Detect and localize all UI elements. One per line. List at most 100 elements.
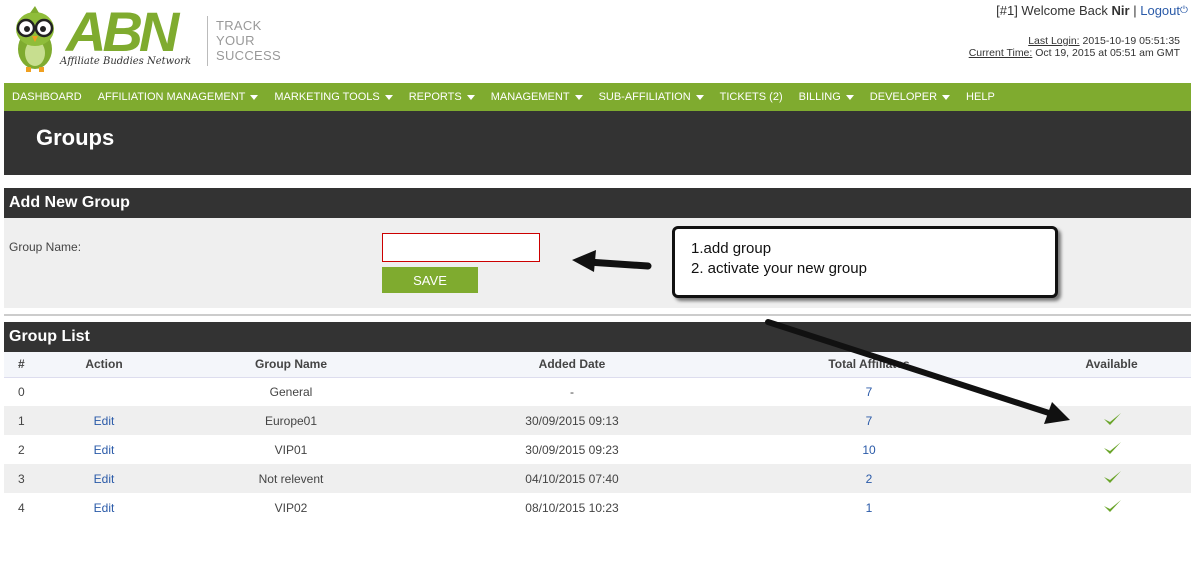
caret-down-icon xyxy=(250,94,259,100)
welcome-separator: | xyxy=(1133,3,1137,18)
available-cell xyxy=(1032,493,1191,522)
welcome-message: [#1] Welcome Back Nir | Logout xyxy=(996,3,1180,18)
username: Nir xyxy=(1111,3,1130,18)
group-name-input[interactable] xyxy=(382,233,540,262)
nav-management[interactable]: MANAGEMENT xyxy=(491,91,583,103)
column-header: Available xyxy=(1032,352,1191,378)
logout-link[interactable]: Logout xyxy=(1140,3,1180,18)
page-title: Groups xyxy=(36,125,115,150)
group-name: Europe01 xyxy=(144,406,438,435)
edit-link[interactable]: Edit xyxy=(64,435,144,464)
save-button[interactable]: SAVE xyxy=(382,267,478,293)
checkmark-icon[interactable] xyxy=(1102,498,1122,514)
nav-label: HELP xyxy=(966,91,995,103)
tagline: TRACK YOUR SUCCESS xyxy=(216,18,281,63)
current-time-label: Current Time: xyxy=(968,47,1033,59)
tagline-line: SUCCESS xyxy=(216,48,281,63)
page-title-bar: Groups xyxy=(4,111,1191,175)
login-info: Last Login: 2015-10-19 05:51:35 Current … xyxy=(969,35,1180,59)
checkmark-icon[interactable] xyxy=(1102,411,1122,427)
tagline-line: TRACK xyxy=(216,18,262,33)
nav-label: MARKETING TOOLS xyxy=(274,91,380,103)
caret-down-icon xyxy=(384,94,393,100)
nav-label: MANAGEMENT xyxy=(490,91,570,103)
row-id: 2 xyxy=(18,442,25,457)
group-name: General xyxy=(269,384,313,399)
available-cell xyxy=(1032,377,1191,406)
last-login-value: 2015-10-19 05:51:35 xyxy=(1082,35,1181,47)
row-id: 1 xyxy=(4,406,64,435)
added-date: 30/09/2015 09:13 xyxy=(438,406,706,435)
available-cell xyxy=(1032,464,1191,493)
nav-label: AFFILIATION MANAGEMENT xyxy=(97,91,246,103)
edit-link[interactable]: Edit xyxy=(64,493,144,522)
main-nav: DASHBOARD AFFILIATION MANAGEMENT MARKETI… xyxy=(4,83,1191,111)
table-row: 0 General - 7 xyxy=(4,377,1191,406)
added-date: 08/10/2015 10:23 xyxy=(525,500,619,515)
group-name-label: Group Name: xyxy=(9,240,82,254)
bird-mascot-icon xyxy=(16,6,54,72)
table-row: 1 Edit Europe01 30/09/2015 09:13 7 xyxy=(4,406,1191,435)
total-affiliates[interactable]: 7 xyxy=(706,377,1032,406)
table-row: 2 Edit VIP01 30/09/2015 09:23 10 xyxy=(4,435,1191,464)
group-name: VIP01 xyxy=(274,442,308,457)
callout-line: 2. activate your new group xyxy=(691,260,867,277)
nav-label: DASHBOARD xyxy=(12,91,82,103)
section-divider xyxy=(4,314,1191,316)
group-list-heading: Group List xyxy=(4,322,1191,352)
tagline-line: YOUR xyxy=(216,33,255,48)
nav-developer[interactable]: DEVELOPER xyxy=(869,91,951,103)
abn-logo[interactable]: ABN Affiliate Buddies Network TRACK YOUR… xyxy=(10,2,281,77)
group-name: VIP02 xyxy=(274,500,308,515)
nav-marketing-tools[interactable]: MARKETING TOOLS xyxy=(274,91,393,103)
added-date: 04/10/2015 07:40 xyxy=(438,464,706,493)
nav-affiliation-management[interactable]: AFFILIATION MANAGEMENT xyxy=(98,91,259,103)
nav-label: BILLING xyxy=(798,91,841,103)
total-affiliates[interactable]: 1 xyxy=(706,493,1032,522)
caret-down-icon xyxy=(574,94,583,100)
edit-link[interactable]: Edit xyxy=(64,464,144,493)
nav-reports[interactable]: REPORTS xyxy=(409,91,475,103)
nav-tickets[interactable]: TICKETS (2) xyxy=(720,91,783,103)
group-name: Not relevent xyxy=(144,464,438,493)
caret-down-icon xyxy=(845,94,854,100)
table-header-row: # Action Group Name Added Date Total Aff… xyxy=(4,352,1191,378)
nav-help[interactable]: HELP xyxy=(966,91,995,103)
column-header: Total Affiliates xyxy=(706,352,1032,378)
added-date: - xyxy=(570,384,574,399)
caret-down-icon xyxy=(942,94,951,100)
nav-label: REPORTS xyxy=(408,91,462,103)
edit-link[interactable]: Edit xyxy=(64,406,144,435)
row-id: 3 xyxy=(4,464,64,493)
edit-link xyxy=(64,377,144,406)
column-header: Added Date xyxy=(438,352,706,378)
row-id: 0 xyxy=(18,384,25,399)
page-header: ABN Affiliate Buddies Network TRACK YOUR… xyxy=(0,0,1194,83)
group-list-table: # Action Group Name Added Date Total Aff… xyxy=(4,352,1191,522)
total-affiliates[interactable]: 7 xyxy=(706,406,1032,435)
available-cell xyxy=(1032,435,1191,464)
caret-down-icon xyxy=(466,94,475,100)
total-affiliates[interactable]: 10 xyxy=(706,435,1032,464)
checkmark-icon[interactable] xyxy=(1102,440,1122,456)
table-row: 4 Edit VIP02 08/10/2015 10:23 1 xyxy=(4,493,1191,522)
nav-label: TICKETS (2) xyxy=(719,91,783,103)
caret-down-icon xyxy=(695,94,704,100)
column-header: Group Name xyxy=(144,352,438,378)
power-icon[interactable]: ⏻ xyxy=(1180,6,1190,16)
table-row: 3 Edit Not relevent 04/10/2015 07:40 2 xyxy=(4,464,1191,493)
row-id: 4 xyxy=(18,500,25,515)
nav-dashboard[interactable]: DASHBOARD xyxy=(12,91,82,103)
add-group-heading: Add New Group xyxy=(4,188,1191,218)
annotation-callout: 1.add group 2. activate your new group xyxy=(672,226,1058,298)
checkmark-icon[interactable] xyxy=(1102,469,1122,485)
nav-label: SUB-AFFILIATION xyxy=(598,91,691,103)
logo-divider xyxy=(207,16,208,66)
added-date: 30/09/2015 09:23 xyxy=(525,442,619,457)
nav-sub-affiliation[interactable]: SUB-AFFILIATION xyxy=(599,91,704,103)
nav-label: DEVELOPER xyxy=(869,91,938,103)
total-affiliates[interactable]: 2 xyxy=(706,464,1032,493)
welcome-prefix: [#1] Welcome Back xyxy=(996,3,1108,18)
callout-line: 1.add group xyxy=(691,240,772,257)
nav-billing[interactable]: BILLING xyxy=(799,91,854,103)
